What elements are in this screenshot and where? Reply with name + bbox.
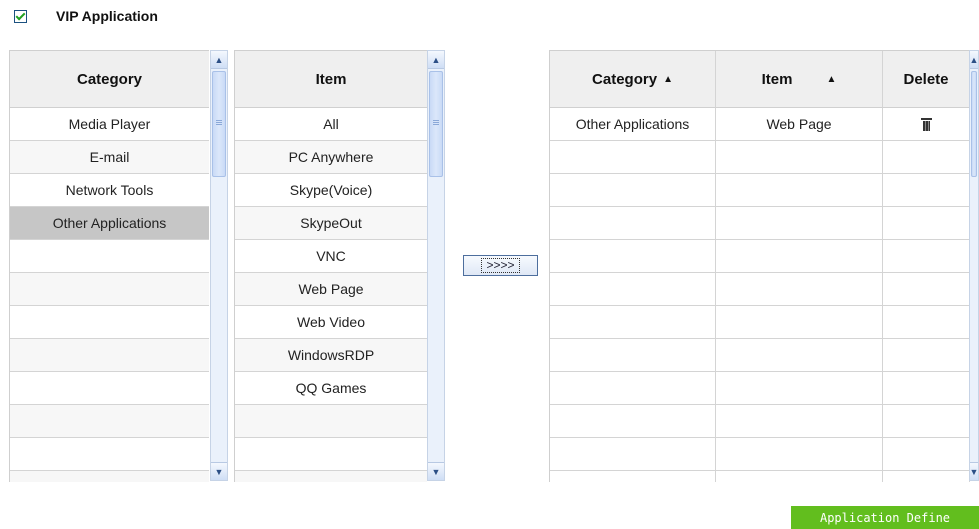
table-empty-cell — [883, 405, 970, 438]
category-empty-row — [10, 306, 209, 339]
table-empty-cell — [883, 306, 970, 339]
table-empty-cell — [716, 372, 883, 405]
item-web-video[interactable]: Web Video — [235, 306, 427, 339]
table-empty-cell — [883, 141, 970, 174]
category-item-email[interactable]: E-mail — [10, 141, 209, 174]
vip-checkbox[interactable] — [14, 9, 27, 23]
table-empty-cell — [883, 273, 970, 306]
item-empty-row — [235, 405, 427, 438]
scroll-up-icon[interactable]: ▲ — [428, 51, 444, 69]
table-empty-cell — [550, 174, 716, 207]
table-empty-cell — [716, 207, 883, 240]
scroll-down-icon[interactable]: ▼ — [211, 462, 227, 480]
category-empty-row — [10, 372, 209, 405]
delete-cell — [883, 108, 970, 141]
category-empty-row — [10, 438, 209, 471]
table-empty-cell — [550, 438, 716, 471]
item-skypeout[interactable]: SkypeOut — [235, 207, 427, 240]
table-cell-category: Other Applications — [550, 108, 716, 141]
category-empty-row — [10, 405, 209, 438]
item-scrollbar[interactable]: ▲ ▼ — [427, 50, 445, 481]
column-header-category[interactable]: Category ▲ — [550, 51, 716, 108]
table-empty-cell — [883, 372, 970, 405]
table-empty-cell — [550, 339, 716, 372]
vip-application-label: VIP Application — [56, 8, 158, 24]
category-empty-row — [10, 339, 209, 372]
column-header-delete: Delete — [883, 51, 970, 108]
scroll-up-icon[interactable]: ▲ — [211, 51, 227, 69]
column-header-category-label: Category — [592, 70, 658, 88]
application-define-button[interactable]: Application Define — [791, 506, 979, 529]
category-empty-row — [10, 273, 209, 306]
category-item-network-tools[interactable]: Network Tools — [10, 174, 209, 207]
item-web-page[interactable]: Web Page — [235, 273, 427, 306]
table-empty-cell — [883, 174, 970, 207]
add-to-selection-button[interactable]: >>>> — [463, 255, 538, 276]
column-header-item-label: Item — [761, 70, 793, 88]
table-empty-cell — [716, 273, 883, 306]
item-qq-games[interactable]: QQ Games — [235, 372, 427, 405]
scroll-thumb[interactable] — [971, 71, 977, 177]
add-to-selection-label: >>>> — [481, 258, 520, 273]
category-empty-row — [10, 471, 209, 482]
table-empty-cell — [716, 438, 883, 471]
category-header: Category — [10, 51, 209, 108]
table-empty-cell — [550, 405, 716, 438]
table-empty-cell — [716, 471, 883, 482]
table-empty-cell — [550, 273, 716, 306]
selected-table-scrollbar[interactable]: ▲ ▼ — [969, 50, 979, 481]
item-windowsrdp[interactable]: WindowsRDP — [235, 339, 427, 372]
item-header: Item — [235, 51, 427, 108]
scroll-down-icon[interactable]: ▼ — [970, 462, 978, 480]
item-pc-anywhere[interactable]: PC Anywhere — [235, 141, 427, 174]
item-vnc[interactable]: VNC — [235, 240, 427, 273]
item-empty-row — [235, 471, 427, 482]
table-empty-cell — [883, 471, 970, 482]
table-empty-cell — [883, 438, 970, 471]
table-empty-cell — [550, 372, 716, 405]
table-empty-cell — [550, 471, 716, 482]
category-empty-row — [10, 240, 209, 273]
table-empty-cell — [550, 240, 716, 273]
table-empty-cell — [716, 405, 883, 438]
scroll-up-icon[interactable]: ▲ — [970, 51, 978, 69]
sort-ascending-icon: ▲ — [663, 73, 673, 85]
table-empty-cell — [716, 141, 883, 174]
column-header-item[interactable]: Item ▲ — [716, 51, 883, 108]
table-empty-cell — [883, 339, 970, 372]
table-empty-cell — [883, 207, 970, 240]
scroll-thumb[interactable] — [429, 71, 443, 177]
table-empty-cell — [883, 240, 970, 273]
table-empty-cell — [716, 339, 883, 372]
item-list: Item All PC Anywhere Skype(Voice) SkypeO… — [234, 50, 427, 482]
trash-icon[interactable] — [920, 117, 932, 131]
table-empty-cell — [550, 207, 716, 240]
table-empty-cell — [716, 174, 883, 207]
table-empty-cell — [550, 141, 716, 174]
item-skype-voice[interactable]: Skype(Voice) — [235, 174, 427, 207]
table-empty-cell — [716, 306, 883, 339]
category-item-other-applications[interactable]: Other Applications — [10, 207, 209, 240]
item-empty-row — [235, 438, 427, 471]
sort-ascending-icon: ▲ — [826, 73, 837, 85]
selected-applications-table: Category ▲ Item ▲ Delete Other Applicati… — [549, 50, 970, 482]
category-scrollbar[interactable]: ▲ ▼ — [210, 50, 228, 481]
scroll-thumb[interactable] — [212, 71, 226, 177]
category-list: Category Media Player E-mail Network Too… — [9, 50, 209, 482]
scroll-down-icon[interactable]: ▼ — [428, 462, 444, 480]
table-cell-item: Web Page — [716, 108, 883, 141]
table-empty-cell — [550, 306, 716, 339]
item-all[interactable]: All — [235, 108, 427, 141]
table-empty-cell — [716, 240, 883, 273]
vip-application-toggle[interactable]: VIP Application — [14, 6, 158, 26]
category-item-media-player[interactable]: Media Player — [10, 108, 209, 141]
